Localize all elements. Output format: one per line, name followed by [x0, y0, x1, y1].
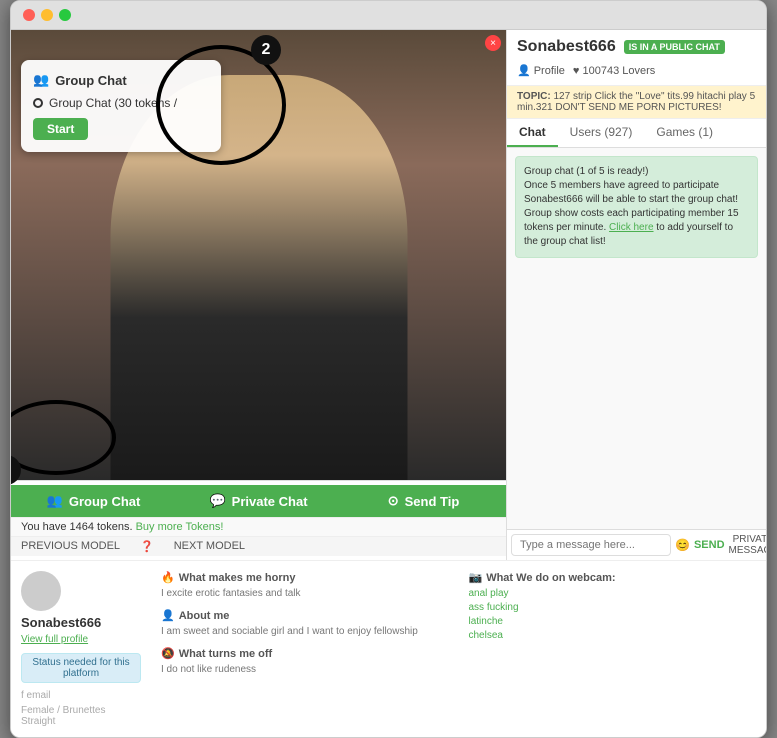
- browser-content: × 👥 Group Chat Group Chat (30 tokens / S…: [11, 30, 766, 737]
- tokens-bar: You have 1464 tokens. Buy more Tokens!: [11, 517, 506, 536]
- private-chat-label: Private Chat: [232, 494, 308, 509]
- about-title: 👤 About me: [161, 609, 449, 622]
- info-button[interactable]: Status needed for this platform: [21, 653, 141, 683]
- lovers-number: 100743 Lovers: [582, 65, 655, 77]
- send-tip-icon: ⊙: [388, 493, 399, 509]
- video-section: × 👥 Group Chat Group Chat (30 tokens / S…: [11, 30, 506, 560]
- turnoff-label: What turns me off: [179, 648, 273, 660]
- chat-tabs: Chat Users (927) Games (1): [507, 119, 766, 148]
- profile-avatar: [21, 571, 61, 611]
- streamer-name: Sonabest666: [517, 38, 616, 56]
- tokens-text: You have 1464 tokens.: [21, 521, 133, 533]
- chat-input-bar: 😊 SEND PRIVATE MESSAGE: [507, 529, 766, 560]
- private-message-button[interactable]: PRIVATE MESSAGE: [729, 534, 767, 556]
- main-layout: × 👥 Group Chat Group Chat (30 tokens / S…: [11, 30, 766, 560]
- send-button[interactable]: SEND: [694, 539, 725, 551]
- profile-label: Profile: [534, 65, 565, 77]
- profile-section: Sonabest666 View full profile Status nee…: [21, 571, 141, 727]
- titlebar: [11, 1, 766, 30]
- profile-link[interactable]: 👤 Profile: [517, 64, 565, 77]
- radio-dot: [33, 98, 43, 108]
- send-tip-button[interactable]: ⊙ Send Tip: [341, 485, 506, 517]
- badge-2: 2: [251, 35, 281, 65]
- close-dot[interactable]: [23, 9, 35, 21]
- about-text: I am sweet and sociable girl and I want …: [161, 625, 449, 639]
- profile-name: Sonabest666: [21, 615, 141, 630]
- close-button[interactable]: ×: [485, 35, 501, 51]
- topic-bar: TOPIC: 127 strip Click the "Love" tits.9…: [507, 86, 766, 119]
- person-icon: 👤: [161, 609, 175, 622]
- webcam-col: 📷 What We do on webcam: anal play ass fu…: [469, 571, 757, 727]
- social-icons: f email: [21, 690, 141, 701]
- mute-icon: 🔕: [161, 647, 175, 660]
- group-icon: 👥: [33, 72, 49, 88]
- private-chat-icon: 💬: [209, 493, 225, 509]
- streamer-header: Sonabest666 IS IN A PUBLIC CHAT 👤 Profil…: [507, 30, 766, 86]
- start-button[interactable]: Start: [33, 118, 88, 140]
- fire-icon: 🔥: [161, 571, 175, 584]
- bottom-info: Sonabest666 View full profile Status nee…: [11, 560, 766, 737]
- send-tip-label: Send Tip: [405, 494, 460, 509]
- info-line3: Group show costs each participating memb…: [524, 207, 749, 249]
- horny-title: 🔥 What makes me horny: [161, 571, 449, 584]
- turnoff-title: 🔕 What turns me off: [161, 647, 449, 660]
- webcam-label: What We do on webcam:: [486, 572, 615, 584]
- turnoff-text: I do not like rudeness: [161, 663, 449, 677]
- tab-chat[interactable]: Chat: [507, 119, 558, 147]
- click-here-link[interactable]: Click here: [609, 222, 653, 233]
- group-chat-info: Group chat (1 of 5 is ready!) Once 5 mem…: [515, 156, 758, 258]
- webcam-item-2[interactable]: latinche: [469, 615, 757, 629]
- tab-games[interactable]: Games (1): [644, 119, 725, 147]
- chat-sidebar: Sonabest666 IS IN A PUBLIC CHAT 👤 Profil…: [506, 30, 766, 560]
- info-section: 🔥 What makes me horny I excite erotic fa…: [161, 571, 756, 727]
- horny-col: 🔥 What makes me horny I excite erotic fa…: [161, 571, 449, 727]
- emoji-icon[interactable]: 😊: [675, 538, 690, 552]
- profile-icon: 👤: [517, 64, 531, 77]
- help-icon: ❓: [140, 540, 154, 553]
- webcam-items: anal play ass fucking latinche chelsea: [469, 587, 757, 643]
- topic-text: 127 strip Click the "Love" tits.99 hitac…: [517, 91, 755, 113]
- topic-label: TOPIC:: [517, 91, 551, 102]
- heart-icon: ♥: [573, 65, 580, 77]
- lovers-count: ♥ 100743 Lovers: [573, 65, 655, 77]
- info-line1: Group chat (1 of 5 is ready!): [524, 165, 749, 179]
- prev-next-bar: PREVIOUS MODEL ❓ NEXT MODEL: [11, 536, 506, 556]
- webcam-item-1[interactable]: ass fucking: [469, 601, 757, 615]
- webcam-item-0[interactable]: anal play: [469, 587, 757, 601]
- next-model[interactable]: NEXT MODEL: [174, 540, 245, 553]
- chat-messages: Group chat (1 of 5 is ready!) Once 5 mem…: [507, 148, 766, 529]
- view-profile-link[interactable]: View full profile: [21, 634, 141, 645]
- browser-window: × 👥 Group Chat Group Chat (30 tokens / S…: [10, 0, 767, 738]
- webcam-title: 📷 What We do on webcam:: [469, 571, 757, 584]
- chat-input[interactable]: [511, 534, 671, 556]
- tab-users[interactable]: Users (927): [558, 119, 645, 147]
- live-badge: IS IN A PUBLIC CHAT: [624, 40, 725, 54]
- horny-text: I excite erotic fantasies and talk: [161, 587, 449, 601]
- about-label: About me: [179, 610, 230, 622]
- webcam-item-3[interactable]: chelsea: [469, 629, 757, 643]
- chat-buttons: 👥 Group Chat 💬 Private Chat ⊙ Send Tip: [11, 485, 506, 517]
- minimize-dot[interactable]: [41, 9, 53, 21]
- buy-tokens-link[interactable]: Buy more Tokens!: [136, 521, 224, 533]
- private-chat-button[interactable]: 💬 Private Chat: [176, 485, 341, 517]
- info-line2: Once 5 members have agreed to participat…: [524, 179, 749, 207]
- video-controls: 👥 Group Chat 💬 Private Chat ⊙ Send Tip: [11, 480, 506, 560]
- maximize-dot[interactable]: [59, 9, 71, 21]
- category-tags: Female / Brunettes Straight: [21, 705, 141, 727]
- group-chat-label: Group Chat: [69, 494, 141, 509]
- prev-model[interactable]: PREVIOUS MODEL: [21, 540, 120, 553]
- webcam-icon: 📷: [469, 571, 483, 584]
- group-chat-button[interactable]: 👥 Group Chat: [11, 485, 176, 517]
- group-chat-icon: 👥: [47, 493, 63, 509]
- panel-title: Group Chat: [55, 73, 127, 88]
- horny-label: What makes me horny: [179, 572, 296, 584]
